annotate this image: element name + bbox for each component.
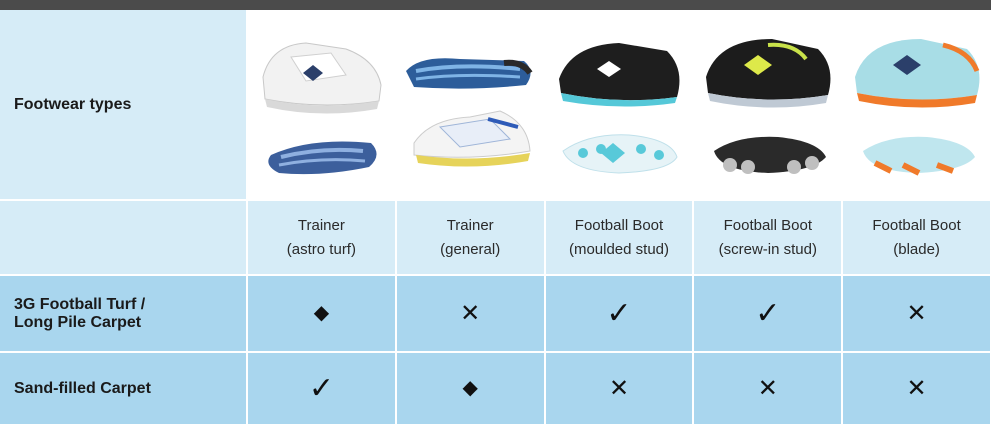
check-icon: ✓ — [606, 296, 632, 330]
type-label: Football Boot (moulded stud) — [544, 200, 695, 276]
image-row: Footwear types — [0, 10, 991, 201]
type-label: Football Boot (screw-in stud) — [693, 200, 844, 276]
suitability-cell: ✕ — [842, 275, 991, 353]
football-boot-moulded-stud-image — [544, 10, 695, 201]
type-label: Football Boot (blade) — [842, 200, 991, 276]
suitability-cell: ✕ — [395, 275, 546, 353]
type-row-empty-heading — [0, 200, 248, 276]
surface-label: 3G Football Turf / Long Pile Carpet — [0, 275, 248, 353]
suitability-cell: ✕ — [544, 352, 695, 426]
footwear-types-heading: Footwear types — [0, 10, 248, 201]
suitability-cell: ✓ — [693, 275, 844, 353]
suitability-cell: ✓ — [544, 275, 695, 353]
surface-label: Sand-filled Carpet — [0, 352, 248, 426]
type-label: Trainer (astro turf) — [247, 200, 397, 276]
top-bar — [0, 0, 991, 10]
trainer-astro-turf-image — [247, 10, 397, 201]
surface-row-sand-filled-carpet: Sand-filled Carpet ✓ ◆ ✕ ✕ ✕ — [0, 352, 991, 426]
type-row: Trainer (astro turf) Trainer (general) Foo… — [0, 200, 991, 276]
suitability-cell: ◆ — [395, 352, 546, 426]
trainer-general-image — [395, 10, 546, 201]
cross-icon: ✕ — [906, 374, 927, 402]
suitability-cell: ✕ — [693, 352, 844, 426]
surface-row-3g-turf: 3G Football Turf / Long Pile Carpet ◆ ✕ … — [0, 275, 991, 353]
cross-icon: ✕ — [460, 299, 481, 327]
diamond-icon: ◆ — [313, 302, 330, 324]
suitability-cell: ◆ — [247, 275, 397, 353]
suitability-cell: ✓ — [247, 352, 397, 426]
cross-icon: ✕ — [608, 374, 630, 402]
check-icon: ✓ — [308, 371, 334, 405]
football-boot-screw-in-stud-image — [693, 10, 844, 201]
footwear-comparison-table: Footwear types Trainer (astro turf) Trai… — [0, 10, 991, 426]
diamond-icon: ◆ — [462, 377, 478, 399]
football-boot-blade-image — [842, 10, 991, 201]
cross-icon: ✕ — [757, 374, 778, 402]
type-label: Trainer (general) — [395, 200, 546, 276]
check-icon: ✓ — [755, 296, 781, 330]
suitability-cell: ✕ — [842, 352, 991, 426]
cross-icon: ✕ — [906, 299, 927, 327]
